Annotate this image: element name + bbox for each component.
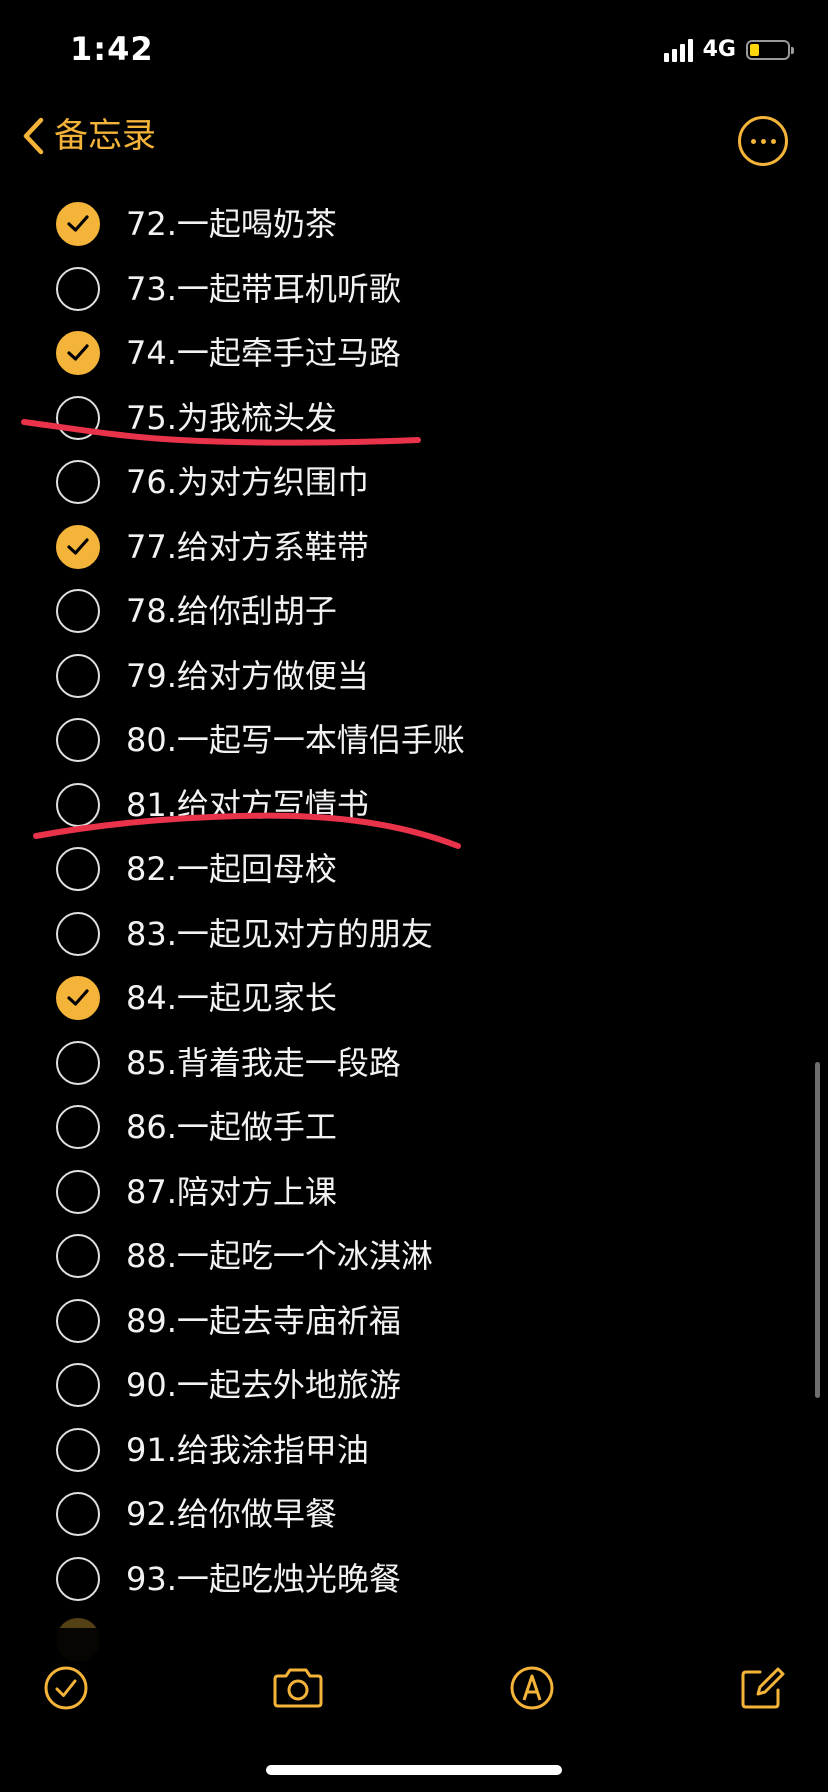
- network-type: 4G: [702, 37, 736, 62]
- checklist-item: 87.陪对方上课: [0, 1160, 828, 1225]
- status-indicators: 4G: [663, 37, 794, 62]
- checklist-item-text[interactable]: 75.为我梳头发: [126, 398, 337, 438]
- checklist-item-text[interactable]: 93.一起吃烛光晚餐: [126, 1559, 401, 1599]
- checkmark-icon: [67, 538, 89, 555]
- checklist-item: 85.背着我走一段路: [0, 1031, 828, 1096]
- checkbox-unchecked[interactable]: [56, 1556, 100, 1601]
- checklist-item: 90.一起去外地旅游: [0, 1353, 828, 1418]
- checklist-item: 73.一起带耳机听歌: [0, 257, 828, 322]
- checkbox-unchecked[interactable]: [56, 395, 100, 440]
- checklist-item-text[interactable]: 90.一起去外地旅游: [126, 1365, 401, 1405]
- checkbox-unchecked[interactable]: [56, 718, 100, 763]
- checkbox-unchecked[interactable]: [56, 1040, 100, 1085]
- checklist-item-text[interactable]: 92.给你做早餐: [126, 1494, 337, 1534]
- checklist-item: 89.一起去寺庙祈福: [0, 1289, 828, 1354]
- back-button[interactable]: 备忘录: [22, 116, 156, 156]
- checkbox-unchecked[interactable]: [56, 1234, 100, 1279]
- checkbox-unchecked[interactable]: [56, 653, 100, 698]
- checkbox-unchecked[interactable]: [56, 911, 100, 956]
- checkbox-unchecked[interactable]: [56, 1169, 100, 1214]
- status-bar: 1:42 4G: [0, 0, 828, 100]
- camera-icon: [273, 1668, 323, 1708]
- checklist-item-text[interactable]: 76.为对方织围巾: [126, 462, 369, 502]
- checklist-item-text[interactable]: 84.一起见家长: [126, 978, 337, 1018]
- checkmark-icon: [67, 215, 89, 232]
- checklist-item: 81.给对方写情书: [0, 773, 828, 838]
- checklist-item-text[interactable]: 79.给对方做便当: [126, 656, 369, 696]
- checkmark-circle-icon: [44, 1666, 88, 1710]
- checkmark-icon: [67, 344, 89, 361]
- checklist-item: 76.为对方织围巾: [0, 450, 828, 515]
- back-label: 备忘录: [54, 116, 156, 156]
- battery-icon: [746, 39, 794, 60]
- checkbox-unchecked[interactable]: [56, 1298, 100, 1343]
- checklist-button[interactable]: [36, 1658, 96, 1718]
- checklist-item: 75.为我梳头发: [0, 386, 828, 451]
- ellipsis-dot: [760, 138, 766, 144]
- checklist-item-text[interactable]: 72.一起喝奶茶: [126, 204, 337, 244]
- nav-bar: 备忘录: [0, 100, 828, 180]
- checklist-item: 74.一起牵手过马路: [0, 321, 828, 386]
- more-options-button[interactable]: [738, 116, 788, 166]
- checklist: 72.一起喝奶茶 73.一起带耳机听歌 74.一起牵手过马路 75.为我梳头发 76.为…: [0, 192, 828, 1611]
- checklist-item-text[interactable]: 87.陪对方上课: [126, 1172, 337, 1212]
- compose-button[interactable]: [732, 1658, 792, 1718]
- checklist-item-text[interactable]: 73.一起带耳机听歌: [126, 269, 401, 309]
- checklist-item-text[interactable]: 86.一起做手工: [126, 1107, 337, 1147]
- checklist-item: 92.给你做早餐: [0, 1482, 828, 1547]
- status-time: 1:42: [70, 30, 154, 68]
- checklist-item-text[interactable]: 74.一起牵手过马路: [126, 333, 401, 373]
- markup-button[interactable]: [502, 1658, 562, 1718]
- checklist-item: 84.一起见家长: [0, 966, 828, 1031]
- checklist-item-text[interactable]: 83.一起见对方的朋友: [126, 914, 433, 954]
- checklist-item-text[interactable]: 78.给你刮胡子: [126, 591, 337, 631]
- checkbox-unchecked[interactable]: [56, 266, 100, 311]
- checklist-item-text[interactable]: 89.一起去寺庙祈福: [126, 1301, 401, 1341]
- checklist-item: 82.一起回母校: [0, 837, 828, 902]
- chevron-left-icon: [23, 117, 44, 155]
- checkmark-icon: [67, 989, 89, 1006]
- checkbox-unchecked[interactable]: [56, 782, 100, 827]
- scroll-indicator[interactable]: [815, 1062, 820, 1398]
- checklist-item: 79.给对方做便当: [0, 644, 828, 709]
- checklist-item-text[interactable]: 91.给我涂指甲油: [126, 1430, 369, 1470]
- camera-button[interactable]: [268, 1658, 328, 1718]
- cellular-signal-icon: [663, 38, 693, 62]
- checklist-item: 88.一起吃一个冰淇淋: [0, 1224, 828, 1289]
- checkbox-unchecked[interactable]: [56, 1105, 100, 1150]
- checkbox-unchecked[interactable]: [56, 460, 100, 505]
- checkbox-checked[interactable]: [56, 976, 100, 1021]
- checklist-item: 80.一起写一本情侣手账: [0, 708, 828, 773]
- checkbox-unchecked[interactable]: [56, 847, 100, 892]
- checkbox-checked[interactable]: [56, 331, 100, 376]
- checklist-item: 86.一起做手工: [0, 1095, 828, 1160]
- checklist-item-text[interactable]: 77.给对方系鞋带: [126, 527, 369, 567]
- checklist-item: 72.一起喝奶茶: [0, 192, 828, 257]
- compose-icon: [741, 1667, 785, 1709]
- checklist-item-text[interactable]: 80.一起写一本情侣手账: [126, 720, 465, 760]
- checklist-item: 93.一起吃烛光晚餐: [0, 1547, 828, 1612]
- checklist-item: 77.给对方系鞋带: [0, 515, 828, 580]
- checklist-item-text[interactable]: 82.一起回母校: [126, 849, 337, 889]
- checkbox-checked[interactable]: [56, 524, 100, 569]
- home-indicator[interactable]: [266, 1765, 562, 1775]
- checkbox-checked[interactable]: [56, 202, 100, 247]
- checklist-item-text[interactable]: 85.背着我走一段路: [126, 1043, 401, 1083]
- pen-tip-circle-icon: [510, 1666, 554, 1710]
- checkbox-unchecked[interactable]: [56, 1363, 100, 1408]
- checklist-item-text[interactable]: 81.给对方写情书: [126, 785, 369, 825]
- checklist-item: 83.一起见对方的朋友: [0, 902, 828, 967]
- checkbox-unchecked[interactable]: [56, 1427, 100, 1472]
- checklist-item: 78.给你刮胡子: [0, 579, 828, 644]
- checklist-item: 91.给我涂指甲油: [0, 1418, 828, 1483]
- battery-level-fill: [750, 43, 759, 56]
- checkbox-unchecked[interactable]: [56, 589, 100, 634]
- ellipsis-dot: [770, 138, 776, 144]
- checklist-item-text[interactable]: 88.一起吃一个冰淇淋: [126, 1236, 433, 1276]
- checkbox-unchecked[interactable]: [56, 1492, 100, 1537]
- ellipsis-icon: [750, 138, 756, 144]
